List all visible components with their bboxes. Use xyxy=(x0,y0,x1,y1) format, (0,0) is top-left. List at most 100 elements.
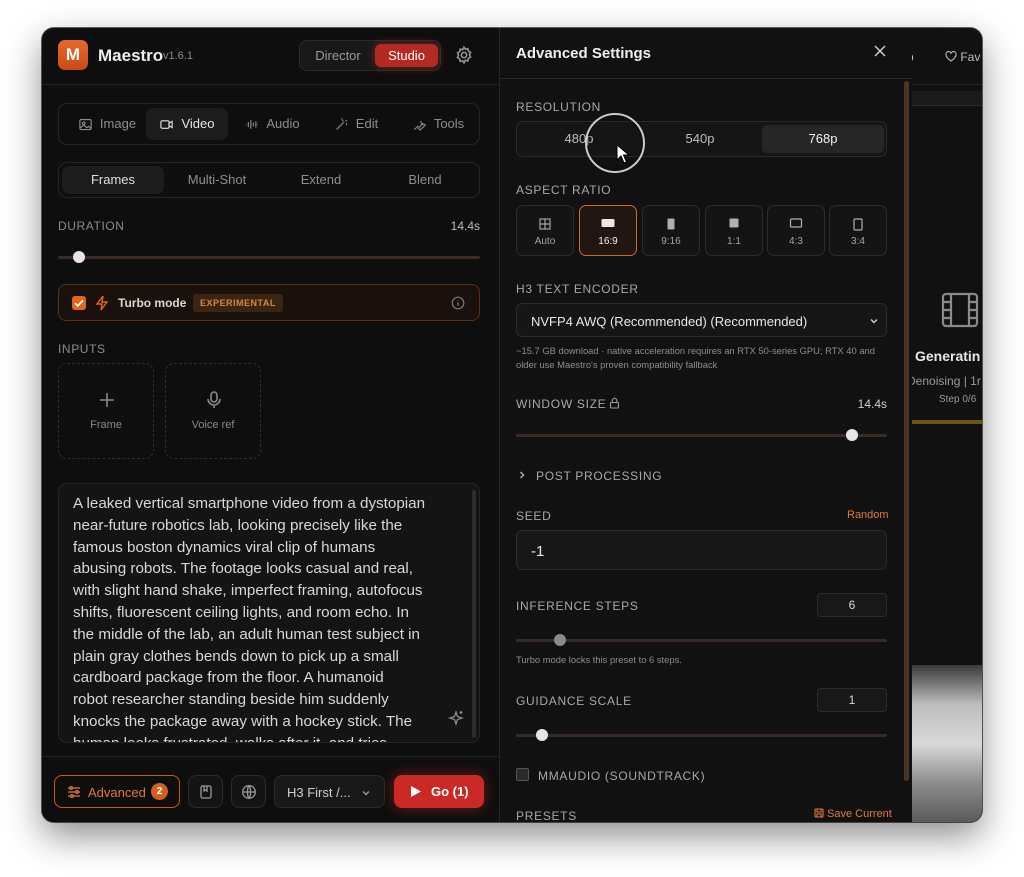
turbo-mode-row: Turbo mode EXPERIMENTAL xyxy=(58,284,480,321)
advanced-count-badge: 2 xyxy=(151,783,168,800)
aspect-option-auto-label: Auto xyxy=(534,236,556,247)
model-select[interactable]: H3 First /... xyxy=(274,775,385,808)
video-icon xyxy=(160,119,174,129)
guidance-scale-input[interactable]: 1 xyxy=(817,688,887,712)
mmaudio-label: MMAUDIO (SOUNDTRACK) xyxy=(538,769,706,783)
prompt-scrollbar[interactable] xyxy=(472,490,476,738)
tab-edit[interactable]: Edit xyxy=(317,108,395,140)
inference-steps-input[interactable]: 6 xyxy=(817,593,887,617)
text-encoder-select[interactable]: NVFP4 AWQ (Recommended) (Recommended) xyxy=(516,303,887,337)
click-highlight-ring xyxy=(585,113,645,173)
lightning-icon xyxy=(95,295,109,311)
duration-label: DURATION xyxy=(58,219,125,233)
prompt-text: A leaked vertical smartphone video from … xyxy=(73,495,426,742)
aspect-option-16-9-label: 16:9 xyxy=(598,236,618,247)
voice-ref-input-slot[interactable]: Voice ref xyxy=(165,363,261,459)
chevron-down-icon xyxy=(870,319,878,324)
subtab-extend[interactable]: Extend xyxy=(270,166,372,194)
aspect-option-3-4[interactable]: 3:4 xyxy=(829,205,887,256)
mode-studio-button[interactable]: Studio xyxy=(375,44,438,67)
advanced-button-label: Advanced xyxy=(88,785,146,800)
check-icon xyxy=(74,299,84,308)
voice-ref-input-label: Voice ref xyxy=(191,419,235,431)
settings-scrollbar[interactable] xyxy=(904,81,909,781)
film-icon xyxy=(941,292,979,328)
bottom-toolbar: Advanced 2 H3 First /... Go (1) xyxy=(42,756,499,822)
mouse-cursor-icon xyxy=(616,144,630,164)
audio-wave-icon xyxy=(246,119,259,129)
text-encoder-value: NVFP4 AWQ (Recommended) (Recommended) xyxy=(531,314,808,329)
prompt-textarea[interactable]: A leaked vertical smartphone video from … xyxy=(58,483,480,743)
sparkle-icon[interactable] xyxy=(447,709,465,727)
guidance-scale-slider[interactable] xyxy=(516,734,887,737)
wrench-icon xyxy=(413,120,426,131)
duration-slider[interactable] xyxy=(58,256,480,259)
result-thumbnail[interactable] xyxy=(911,665,982,822)
advanced-button[interactable]: Advanced 2 xyxy=(54,775,180,808)
window-size-slider[interactable] xyxy=(516,434,887,437)
wand-icon xyxy=(335,117,347,130)
aspect-option-16-9[interactable]: 16:9 xyxy=(579,205,637,256)
favorites-button[interactable]: Fav xyxy=(945,50,980,64)
window-size-slider-knob[interactable] xyxy=(846,429,858,441)
globe-button[interactable] xyxy=(231,775,266,808)
model-select-value: H3 First /... xyxy=(287,785,351,800)
text-encoder-note: ~15.7 GB download · native acceleration … xyxy=(516,345,875,370)
wide-ratio-icon xyxy=(789,218,803,228)
sliders-icon xyxy=(68,786,80,798)
seed-random-button[interactable]: Random xyxy=(847,509,889,521)
resolution-option-540p[interactable]: 540p xyxy=(641,125,759,153)
mode-switch: Director Studio xyxy=(299,40,441,71)
bookmark-button[interactable] xyxy=(188,775,223,808)
mmaudio-checkbox[interactable] xyxy=(516,768,529,781)
subtab-frames[interactable]: Frames xyxy=(62,166,164,194)
tab-image[interactable]: Image xyxy=(65,108,149,140)
duration-slider-knob[interactable] xyxy=(73,251,85,263)
frame-input-slot[interactable]: Frame xyxy=(58,363,154,459)
denoising-status: Denoising | 1r xyxy=(907,374,981,388)
info-icon[interactable] xyxy=(451,296,465,310)
top-bar: M Maestro v1.6.1 Director Studio xyxy=(42,28,499,85)
aspect-option-9-16[interactable]: 9:16 xyxy=(642,205,700,256)
turbo-mode-checkbox[interactable] xyxy=(72,296,86,310)
subtab-multi-shot[interactable]: Multi-Shot xyxy=(166,166,268,194)
generating-status: Generatin xyxy=(915,348,981,364)
lock-icon xyxy=(609,397,620,409)
aspect-option-4-3-label: 4:3 xyxy=(789,236,803,247)
portrait-ratio-icon xyxy=(667,218,675,230)
image-icon xyxy=(79,118,92,130)
window-size-label: WINDOW SIZE xyxy=(516,397,607,411)
aspect-option-1-1[interactable]: 1:1 xyxy=(705,205,763,256)
seed-input[interactable]: -1 xyxy=(516,530,887,570)
tab-audio[interactable]: Audio xyxy=(231,108,313,140)
seed-input-value: -1 xyxy=(531,543,545,560)
duration-value: 14.4s xyxy=(450,219,480,233)
generation-panel: p Fav Generatin Denoising | 1r Step 0/6 xyxy=(907,28,982,822)
aspect-option-auto[interactable]: Auto xyxy=(516,205,574,256)
advanced-settings-panel: Advanced Settings RESOLUTION 480p 540p 7… xyxy=(499,28,912,822)
gear-icon[interactable] xyxy=(454,45,474,65)
resolution-label: RESOLUTION xyxy=(516,100,602,114)
generation-topbar: p Fav xyxy=(907,28,982,85)
square-ratio-icon xyxy=(729,218,739,228)
app-version: v1.6.1 xyxy=(163,50,193,62)
tab-video-label: Video xyxy=(181,116,215,131)
tab-video[interactable]: Video xyxy=(146,108,228,140)
aspect-option-4-3[interactable]: 4:3 xyxy=(767,205,825,256)
post-processing-toggle[interactable]: POST PROCESSING xyxy=(536,469,662,483)
mode-director-button[interactable]: Director xyxy=(306,44,370,67)
guidance-scale-slider-knob[interactable] xyxy=(536,729,548,741)
inference-steps-slider-knob[interactable] xyxy=(554,634,566,646)
go-button[interactable]: Go (1) xyxy=(394,775,484,808)
save-current-preset-button[interactable]: Save Current xyxy=(814,808,892,820)
resolution-option-768p[interactable]: 768p xyxy=(762,125,884,153)
plus-icon xyxy=(100,393,114,407)
close-icon[interactable] xyxy=(873,44,887,58)
landscape-ratio-icon xyxy=(601,219,615,227)
inference-steps-slider[interactable] xyxy=(516,639,887,642)
favorites-label: Fav xyxy=(960,50,981,64)
subtab-blend[interactable]: Blend xyxy=(374,166,476,194)
tab-tools-label: Tools xyxy=(433,116,465,131)
tab-tools[interactable]: Tools xyxy=(399,108,477,140)
video-subtabs: Frames Multi-Shot Extend Blend xyxy=(58,162,480,198)
